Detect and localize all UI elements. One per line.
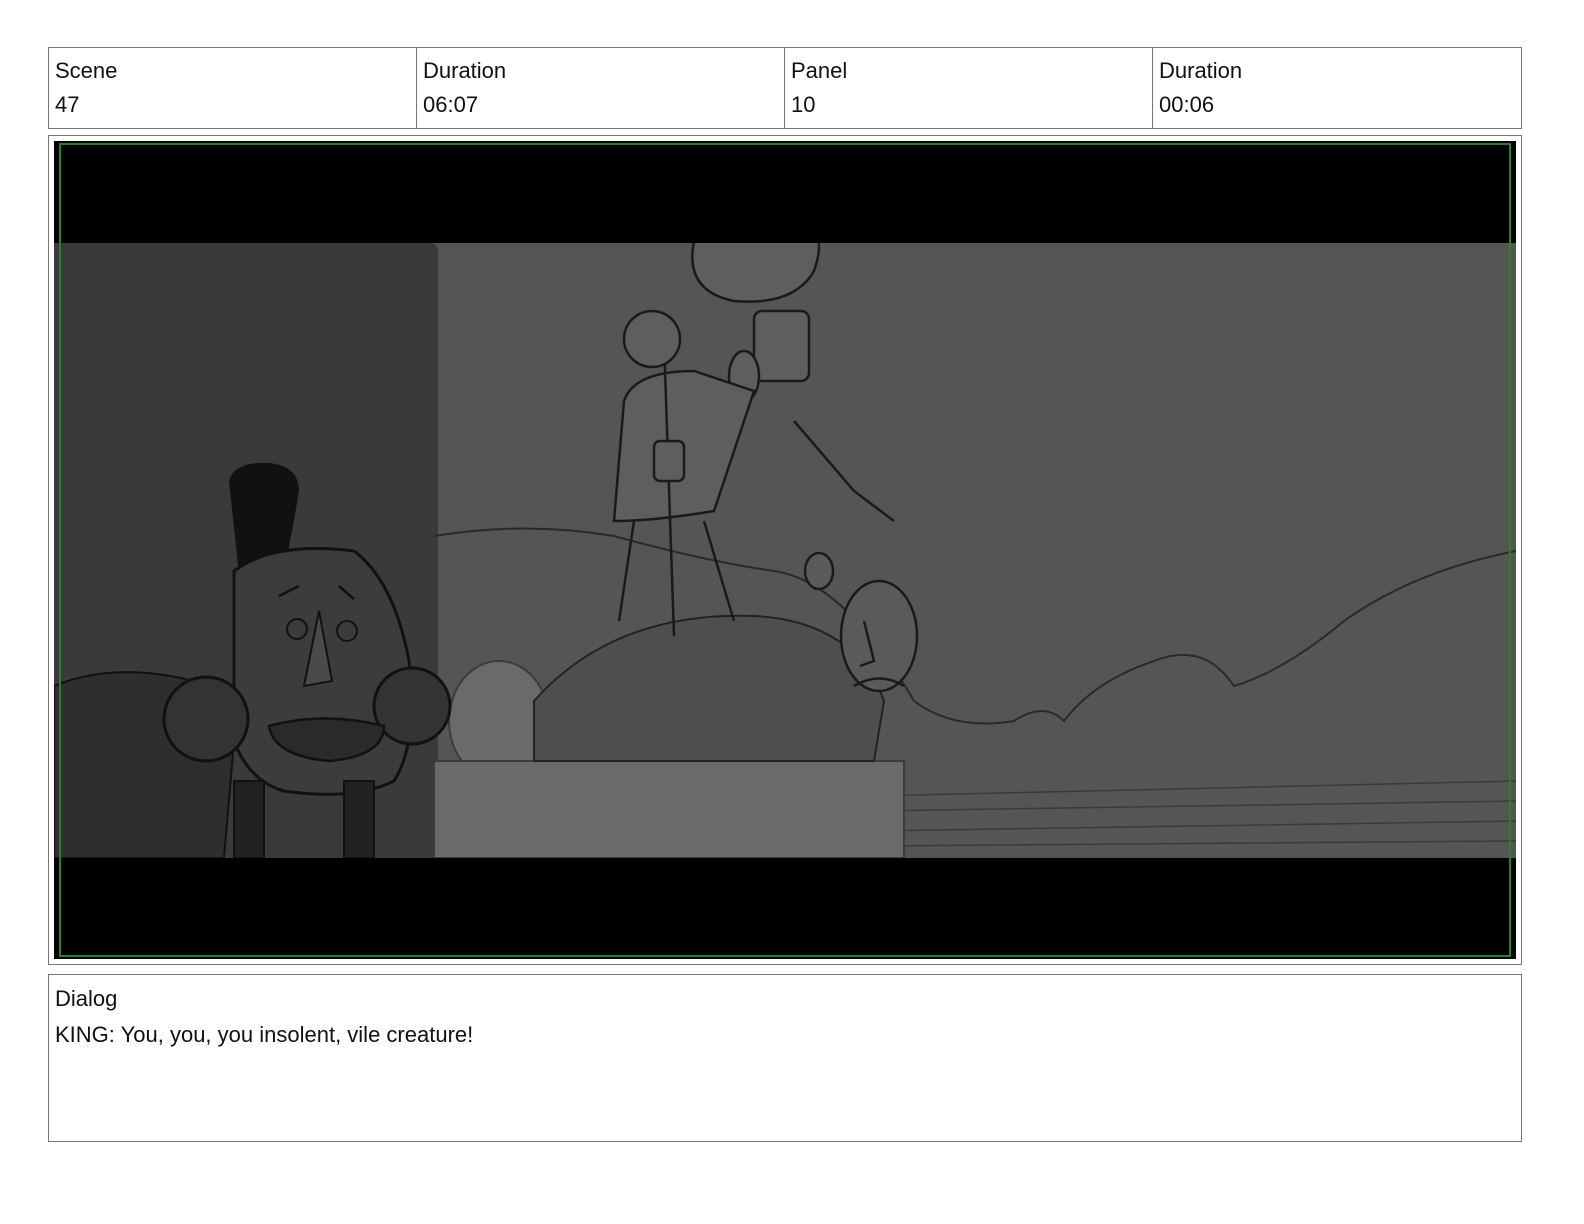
storyboard-sketch-image xyxy=(54,141,1516,959)
panel-label: Panel xyxy=(791,58,848,83)
dialog-section: Dialog KING: You, you, you insolent, vil… xyxy=(48,974,1522,1142)
scene-number: 47 xyxy=(55,92,80,117)
scene-duration-value: 06:07 xyxy=(423,92,479,117)
sketch-drawing xyxy=(54,141,1516,959)
storyboard-panel-frame xyxy=(48,135,1522,965)
letterbox-bottom xyxy=(54,858,1516,959)
scene-duration-label: Duration xyxy=(423,58,507,83)
scene-label: Scene xyxy=(55,58,118,83)
panel-duration-value: 00:06 xyxy=(1159,92,1215,117)
letterbox-top xyxy=(54,141,1516,243)
panel-duration-label: Duration xyxy=(1159,58,1243,83)
panel-number: 10 xyxy=(791,92,816,117)
scene-duration-cell: Duration 06:07 xyxy=(417,48,785,128)
dialog-label: Dialog xyxy=(55,986,118,1011)
panel-info-header: Scene 47 Duration 06:07 Panel 10 Duratio… xyxy=(48,47,1522,129)
scene-cell: Scene 47 xyxy=(49,48,417,128)
dialog-text: KING: You, you, you insolent, vile creat… xyxy=(55,1022,474,1047)
panel-cell: Panel 10 xyxy=(785,48,1153,128)
panel-duration-cell: Duration 00:06 xyxy=(1153,48,1521,128)
